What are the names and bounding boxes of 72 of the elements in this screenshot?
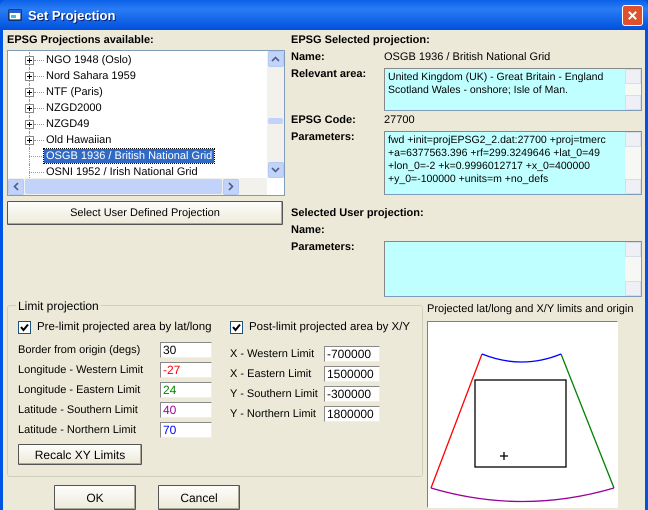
field-label: Longitude - Eastern Limit xyxy=(18,384,142,396)
close-icon xyxy=(627,10,638,20)
field-label: Name: xyxy=(291,51,326,64)
field-label: Relevant area: xyxy=(291,68,368,82)
field-label: Latitude - Northern Limit xyxy=(18,424,137,436)
tree-item[interactable]: NTF (Paris) xyxy=(44,85,105,99)
limit-input[interactable]: -700000 xyxy=(324,346,380,362)
tree-item[interactable]: OSNI 1952 / Irish National Grid xyxy=(44,165,200,178)
expand-icon[interactable] xyxy=(25,72,34,80)
close-button[interactable] xyxy=(622,4,643,26)
checkbox[interactable] xyxy=(230,320,243,334)
scroll-right-button[interactable] xyxy=(223,178,239,194)
field-label: EPSG Code: xyxy=(291,114,357,127)
tree-item[interactable]: OSGB 1936 / British National Grid xyxy=(44,149,214,163)
field-label: Parameters: xyxy=(291,130,356,145)
relevant-area-field[interactable]: United Kingdom (UK) - Great Britain - England Scotland Wales - onshore; Isle of Man. xyxy=(384,68,642,111)
vertical-scrollbar[interactable] xyxy=(267,51,284,178)
limit-input[interactable]: -300000 xyxy=(324,386,380,402)
group-title: Limit projection xyxy=(16,299,101,313)
select-user-projection-button[interactable]: Select User Defined Projection xyxy=(7,201,283,225)
limit-input[interactable]: 24 xyxy=(160,382,212,398)
chevron-right-icon xyxy=(228,182,234,191)
field-label: X - Western Limit xyxy=(230,348,316,360)
window-icon xyxy=(8,8,22,22)
field-label: X - Eastern Limit xyxy=(230,368,312,380)
limit-input[interactable]: 1800000 xyxy=(324,406,380,422)
scroll-left-button[interactable] xyxy=(8,178,24,194)
chevron-down-icon xyxy=(271,167,280,173)
tree-item[interactable]: Nord Sahara 1959 xyxy=(44,69,138,83)
dialog-button[interactable]: Cancel xyxy=(158,485,240,510)
tree-item[interactable]: NZGD49 xyxy=(44,117,92,131)
tree-item[interactable]: Old Hawaiian xyxy=(44,133,114,147)
field-label: Y - Northern Limit xyxy=(230,408,317,420)
chevron-left-icon xyxy=(13,182,19,191)
section-heading: EPSG Projections available: xyxy=(7,33,155,47)
expand-icon[interactable] xyxy=(25,104,34,112)
section-heading: EPSG Selected projection: xyxy=(291,33,431,47)
projection-name: OSGB 1936 / British National Grid xyxy=(384,51,550,64)
field-label: Border from origin (degs) xyxy=(18,344,142,356)
expand-icon[interactable] xyxy=(25,136,34,144)
dialog-button[interactable]: OK xyxy=(54,485,136,510)
expand-icon[interactable] xyxy=(25,120,34,128)
scroll-thumb[interactable] xyxy=(268,118,283,124)
field-label: Latitude - Southern Limit xyxy=(18,404,139,416)
limit-input[interactable]: 30 xyxy=(160,342,212,358)
tree-item[interactable]: NGO 1948 (Oslo) xyxy=(44,53,134,67)
scroll-up-button[interactable] xyxy=(268,51,284,67)
tree-item[interactable]: NZGD2000 xyxy=(44,101,104,115)
checkbox[interactable] xyxy=(18,320,31,334)
section-heading: Selected User projection: xyxy=(291,206,425,220)
field-label: Name: xyxy=(291,224,326,238)
field-label: Longitude - Western Limit xyxy=(18,364,144,376)
window-title: Set Projection xyxy=(28,8,116,22)
scroll-thumb[interactable] xyxy=(25,179,222,194)
limit-input[interactable]: 40 xyxy=(160,402,212,418)
horizontal-scrollbar[interactable] xyxy=(8,178,267,195)
user-parameters-field[interactable] xyxy=(384,241,642,298)
field-label: Y - Southern Limit xyxy=(230,388,319,400)
limit-input[interactable]: 70 xyxy=(160,422,212,438)
preview-label: Projected lat/long and X/Y limits and origin xyxy=(427,303,634,316)
field-label: Parameters: xyxy=(291,241,356,256)
limit-input[interactable]: -27 xyxy=(160,362,212,378)
limit-input[interactable]: 1500000 xyxy=(324,366,380,382)
parameters-field[interactable]: fwd +init=projEPSG2_2.dat:27700 +proj=tmerc +a=6377563.396 +rf=299.3249646 +lat_0=49 +lon_0=-2 +k=0.9996012717 +x_0=400000 +y_0=-100000 +units=m +no_defs xyxy=(384,130,642,195)
checkbox-label: Pre-limit projected area by lat/long xyxy=(37,321,212,333)
expand-icon[interactable] xyxy=(25,88,34,96)
epsg-code: 27700 xyxy=(384,114,415,127)
chevron-up-icon xyxy=(271,56,280,62)
expand-icon[interactable] xyxy=(25,56,34,64)
recalc-button[interactable]: Recalc XY Limits xyxy=(18,444,142,465)
checkbox-label: Post-limit projected area by X/Y xyxy=(249,321,410,333)
scroll-down-button[interactable] xyxy=(268,162,284,178)
